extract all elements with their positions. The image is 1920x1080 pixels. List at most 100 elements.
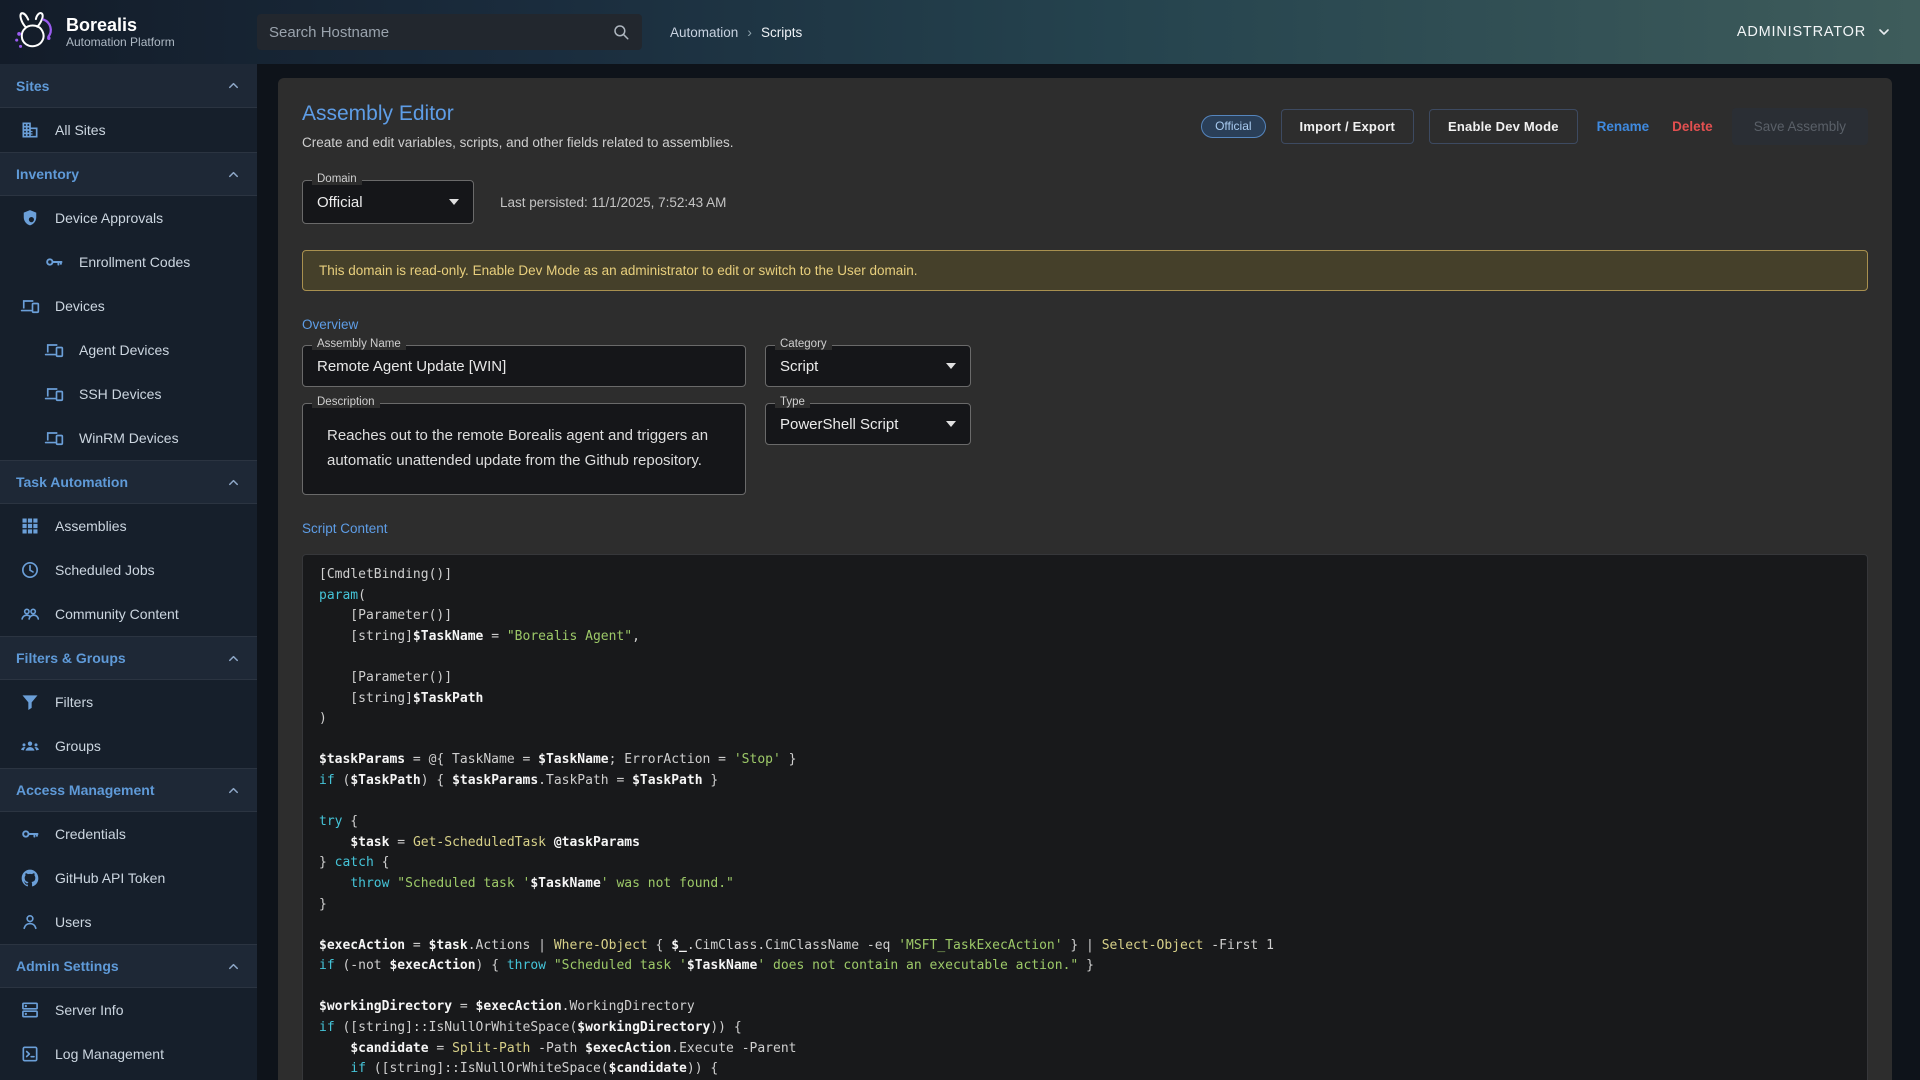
funnel-icon xyxy=(20,692,40,712)
rename-button[interactable]: Rename xyxy=(1593,113,1654,140)
sidebar-item-ssh-devices[interactable]: SSH Devices xyxy=(0,372,257,416)
people-icon xyxy=(20,604,40,624)
category-select-label: Category xyxy=(775,338,832,350)
sidebar-section-admin-settings[interactable]: Admin Settings xyxy=(0,944,257,988)
read-only-warning: This domain is read-only. Enable Dev Mod… xyxy=(302,250,1868,291)
save-assembly-button[interactable]: Save Assembly xyxy=(1732,108,1868,145)
sidebar-item-devices[interactable]: Devices xyxy=(0,284,257,328)
code-line: [string]$TaskName = "Borealis Agent", xyxy=(319,627,1851,648)
code-line: [Parameter()] xyxy=(319,606,1851,627)
hostname-search[interactable] xyxy=(257,14,642,50)
sidebar-section-access-management[interactable]: Access Management xyxy=(0,768,257,812)
chevron-up-icon xyxy=(226,78,241,93)
sidebar-item-credentials[interactable]: Credentials xyxy=(0,812,257,856)
sidebar-item-users[interactable]: Users xyxy=(0,900,257,944)
code-line xyxy=(319,730,1851,751)
code-line: if ($TaskPath) { $taskParams.TaskPath = … xyxy=(319,771,1851,792)
sidebar-item-enrollment-codes[interactable]: Enrollment Codes xyxy=(0,240,257,284)
description-input[interactable]: Reaches out to the remote Borealis agent… xyxy=(303,404,745,494)
category-select[interactable]: Category Script xyxy=(765,345,971,387)
dropdown-caret-icon xyxy=(946,421,956,427)
main-content: Assembly Editor Create and edit variable… xyxy=(257,64,1920,1080)
devices-icon xyxy=(44,428,64,448)
import-export-button[interactable]: Import / Export xyxy=(1281,109,1414,144)
sidebar-item-label: Server Info xyxy=(55,1002,123,1018)
description-label: Description xyxy=(312,396,380,408)
enable-dev-mode-button[interactable]: Enable Dev Mode xyxy=(1429,109,1578,144)
devices-icon xyxy=(44,340,64,360)
page-title: Assembly Editor xyxy=(302,102,733,126)
breadcrumb-automation[interactable]: Automation xyxy=(670,25,738,40)
brand-logo[interactable]: Borealis Automation Platform xyxy=(10,9,257,55)
sidebar-item-scheduled-jobs[interactable]: Scheduled Jobs xyxy=(0,548,257,592)
rabbit-logo-icon xyxy=(10,9,56,55)
server-icon xyxy=(20,1000,40,1020)
assembly-name-field[interactable]: Assembly Name xyxy=(302,345,746,387)
domain-select[interactable]: Domain Official xyxy=(302,180,474,224)
type-select[interactable]: Type PowerShell Script xyxy=(765,403,971,445)
sidebar-item-community-content[interactable]: Community Content xyxy=(0,592,257,636)
overview-heading: Overview xyxy=(302,317,1868,332)
sidebar-item-label: All Sites xyxy=(55,122,106,138)
sidebar-item-assemblies[interactable]: Assemblies xyxy=(0,504,257,548)
type-select-value: PowerShell Script xyxy=(780,416,898,433)
sidebar-item-label: Log Management xyxy=(55,1046,164,1062)
code-line: } xyxy=(319,895,1851,916)
sidebar-section-inventory[interactable]: Inventory xyxy=(0,152,257,196)
sidebar-item-all-sites[interactable]: All Sites xyxy=(0,108,257,152)
user-menu[interactable]: ADMINISTRATOR xyxy=(1737,24,1892,40)
sidebar-section-sites[interactable]: Sites xyxy=(0,64,257,108)
code-line: try { xyxy=(319,812,1851,833)
chevron-up-icon xyxy=(226,783,241,798)
chevron-up-icon xyxy=(226,475,241,490)
sidebar-item-label: SSH Devices xyxy=(79,386,161,402)
sidebar-item-label: WinRM Devices xyxy=(79,430,179,446)
search-input[interactable] xyxy=(269,24,612,41)
sidebar-item-winrm-devices[interactable]: WinRM Devices xyxy=(0,416,257,460)
breadcrumb: Automation › Scripts xyxy=(670,24,802,40)
sidebar-item-device-approvals[interactable]: Device Approvals xyxy=(0,196,257,240)
code-line: [string]$TaskPath xyxy=(319,689,1851,710)
chevron-up-icon xyxy=(226,651,241,666)
code-line: ) xyxy=(319,709,1851,730)
sidebar-item-label: Users xyxy=(55,914,92,930)
sidebar-section-task-automation[interactable]: Task Automation xyxy=(0,460,257,504)
code-line: [Parameter()] xyxy=(319,668,1851,689)
search-icon xyxy=(612,23,630,41)
sidebar-item-github-api-token[interactable]: GitHub API Token xyxy=(0,856,257,900)
code-line: $taskParams = @{ TaskName = $TaskName; E… xyxy=(319,750,1851,771)
category-select-value: Script xyxy=(780,358,818,375)
code-line xyxy=(319,647,1851,668)
sidebar-item-agent-devices[interactable]: Agent Devices xyxy=(0,328,257,372)
key-icon xyxy=(44,252,64,272)
sidebar-item-filters[interactable]: Filters xyxy=(0,680,257,724)
code-line: } catch { xyxy=(319,853,1851,874)
assembly-name-input[interactable] xyxy=(317,358,731,375)
assembly-editor-card: Assembly Editor Create and edit variable… xyxy=(278,78,1892,1080)
sidebar-item-label: Enrollment Codes xyxy=(79,254,190,270)
sidebar-item-groups[interactable]: Groups xyxy=(0,724,257,768)
devices-icon xyxy=(20,296,40,316)
official-badge: Official xyxy=(1201,115,1265,138)
sidebar-item-page-template[interactable]: Page Template xyxy=(0,1076,257,1080)
code-line xyxy=(319,792,1851,813)
sidebar-item-log-management[interactable]: Log Management xyxy=(0,1032,257,1076)
breadcrumb-scripts: Scripts xyxy=(761,25,802,40)
description-field[interactable]: Description Reaches out to the remote Bo… xyxy=(302,403,746,495)
code-line: throw "Scheduled task '$TaskName' was no… xyxy=(319,874,1851,895)
domain-select-label: Domain xyxy=(312,173,362,185)
code-line: param( xyxy=(319,586,1851,607)
code-line: $candidate = Split-Path -Path $execActio… xyxy=(319,1039,1851,1060)
script-content-editor[interactable]: [CmdletBinding()]param( [Parameter()] [s… xyxy=(302,554,1868,1080)
code-line: [CmdletBinding()] xyxy=(319,565,1851,586)
sidebar-section-filters-groups[interactable]: Filters & Groups xyxy=(0,636,257,680)
sidebar-item-server-info[interactable]: Server Info xyxy=(0,988,257,1032)
code-line: $execAction = $task.Actions | Where-Obje… xyxy=(319,936,1851,957)
domain-select-value: Official xyxy=(317,194,363,211)
code-line xyxy=(319,915,1851,936)
sidebar-section-label: Sites xyxy=(16,78,49,94)
shield-icon xyxy=(20,208,40,228)
code-line xyxy=(319,977,1851,998)
sidebar-section-label: Admin Settings xyxy=(16,958,119,974)
delete-button[interactable]: Delete xyxy=(1668,113,1717,140)
